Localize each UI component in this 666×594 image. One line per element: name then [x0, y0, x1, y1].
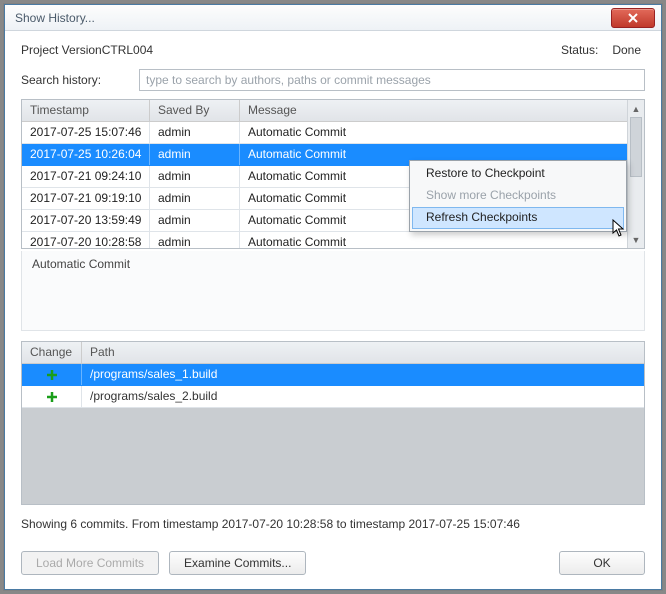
- status-label: Status:: [561, 43, 598, 57]
- cell-saved-by: admin: [150, 232, 240, 248]
- cell-change: [22, 386, 82, 407]
- dialog-window: Show History... Project VersionCTRL004 S…: [4, 4, 662, 590]
- changes-row[interactable]: /programs/sales_2.build: [22, 386, 644, 408]
- context-menu-item[interactable]: Restore to Checkpoint: [412, 163, 624, 185]
- dialog-content: Project VersionCTRL004 Status: Done Sear…: [5, 31, 661, 589]
- summary-text: Showing 6 commits. From timestamp 2017-0…: [21, 517, 645, 531]
- col-header-path[interactable]: Path: [82, 342, 644, 363]
- cell-saved-by: admin: [150, 166, 240, 187]
- history-row[interactable]: 2017-07-25 15:07:46adminAutomatic Commit: [22, 122, 627, 144]
- scroll-up-icon[interactable]: ▲: [628, 100, 644, 117]
- cell-timestamp: 2017-07-21 09:19:10: [22, 188, 150, 209]
- project-label: Project VersionCTRL004: [21, 43, 561, 57]
- ok-button[interactable]: OK: [559, 551, 645, 575]
- plus-icon: [30, 389, 73, 403]
- close-icon: [627, 12, 639, 24]
- history-table-header: Timestamp Saved By Message: [22, 100, 627, 122]
- changes-row[interactable]: /programs/sales_1.build: [22, 364, 644, 386]
- cell-saved-by: admin: [150, 210, 240, 231]
- window-title: Show History...: [15, 11, 611, 25]
- changes-table-header: Change Path: [22, 342, 644, 364]
- context-menu: Restore to CheckpointShow more Checkpoin…: [409, 160, 627, 232]
- search-input[interactable]: [139, 69, 645, 91]
- col-header-saved-by[interactable]: Saved By: [150, 100, 240, 121]
- examine-commits-button[interactable]: Examine Commits...: [169, 551, 306, 575]
- col-header-message[interactable]: Message: [240, 100, 627, 121]
- context-menu-item[interactable]: Refresh Checkpoints: [412, 207, 624, 229]
- plus-icon: [30, 367, 73, 381]
- close-button[interactable]: [611, 8, 655, 28]
- col-header-change[interactable]: Change: [22, 342, 82, 363]
- cell-change: [22, 364, 82, 385]
- history-scrollbar[interactable]: ▲ ▼: [627, 100, 644, 248]
- scroll-down-icon[interactable]: ▼: [628, 231, 644, 248]
- search-label: Search history:: [21, 73, 139, 87]
- cell-message: Automatic Commit: [240, 232, 627, 248]
- load-more-button: Load More Commits: [21, 551, 159, 575]
- cell-saved-by: admin: [150, 144, 240, 165]
- cell-message: Automatic Commit: [240, 122, 627, 143]
- changes-table: Change Path /programs/sales_1.build/prog…: [21, 341, 645, 505]
- status-value: Done: [612, 43, 641, 57]
- cell-path: /programs/sales_2.build: [82, 386, 644, 407]
- scroll-thumb[interactable]: [630, 117, 642, 177]
- context-menu-item: Show more Checkpoints: [412, 185, 624, 207]
- col-header-timestamp[interactable]: Timestamp: [22, 100, 150, 121]
- cell-timestamp: 2017-07-25 10:26:04: [22, 144, 150, 165]
- cell-path: /programs/sales_1.build: [82, 364, 644, 385]
- history-row[interactable]: 2017-07-20 10:28:58adminAutomatic Commit: [22, 232, 627, 248]
- cell-timestamp: 2017-07-20 10:28:58: [22, 232, 150, 248]
- cell-timestamp: 2017-07-20 13:59:49: [22, 210, 150, 231]
- button-bar: Load More Commits Examine Commits... OK: [21, 551, 645, 575]
- commit-message-text: Automatic Commit: [32, 257, 130, 271]
- titlebar: Show History...: [5, 5, 661, 31]
- commit-message-area: Automatic Commit: [21, 251, 645, 331]
- cell-saved-by: admin: [150, 122, 240, 143]
- cell-timestamp: 2017-07-25 15:07:46: [22, 122, 150, 143]
- cell-timestamp: 2017-07-21 09:24:10: [22, 166, 150, 187]
- cell-saved-by: admin: [150, 188, 240, 209]
